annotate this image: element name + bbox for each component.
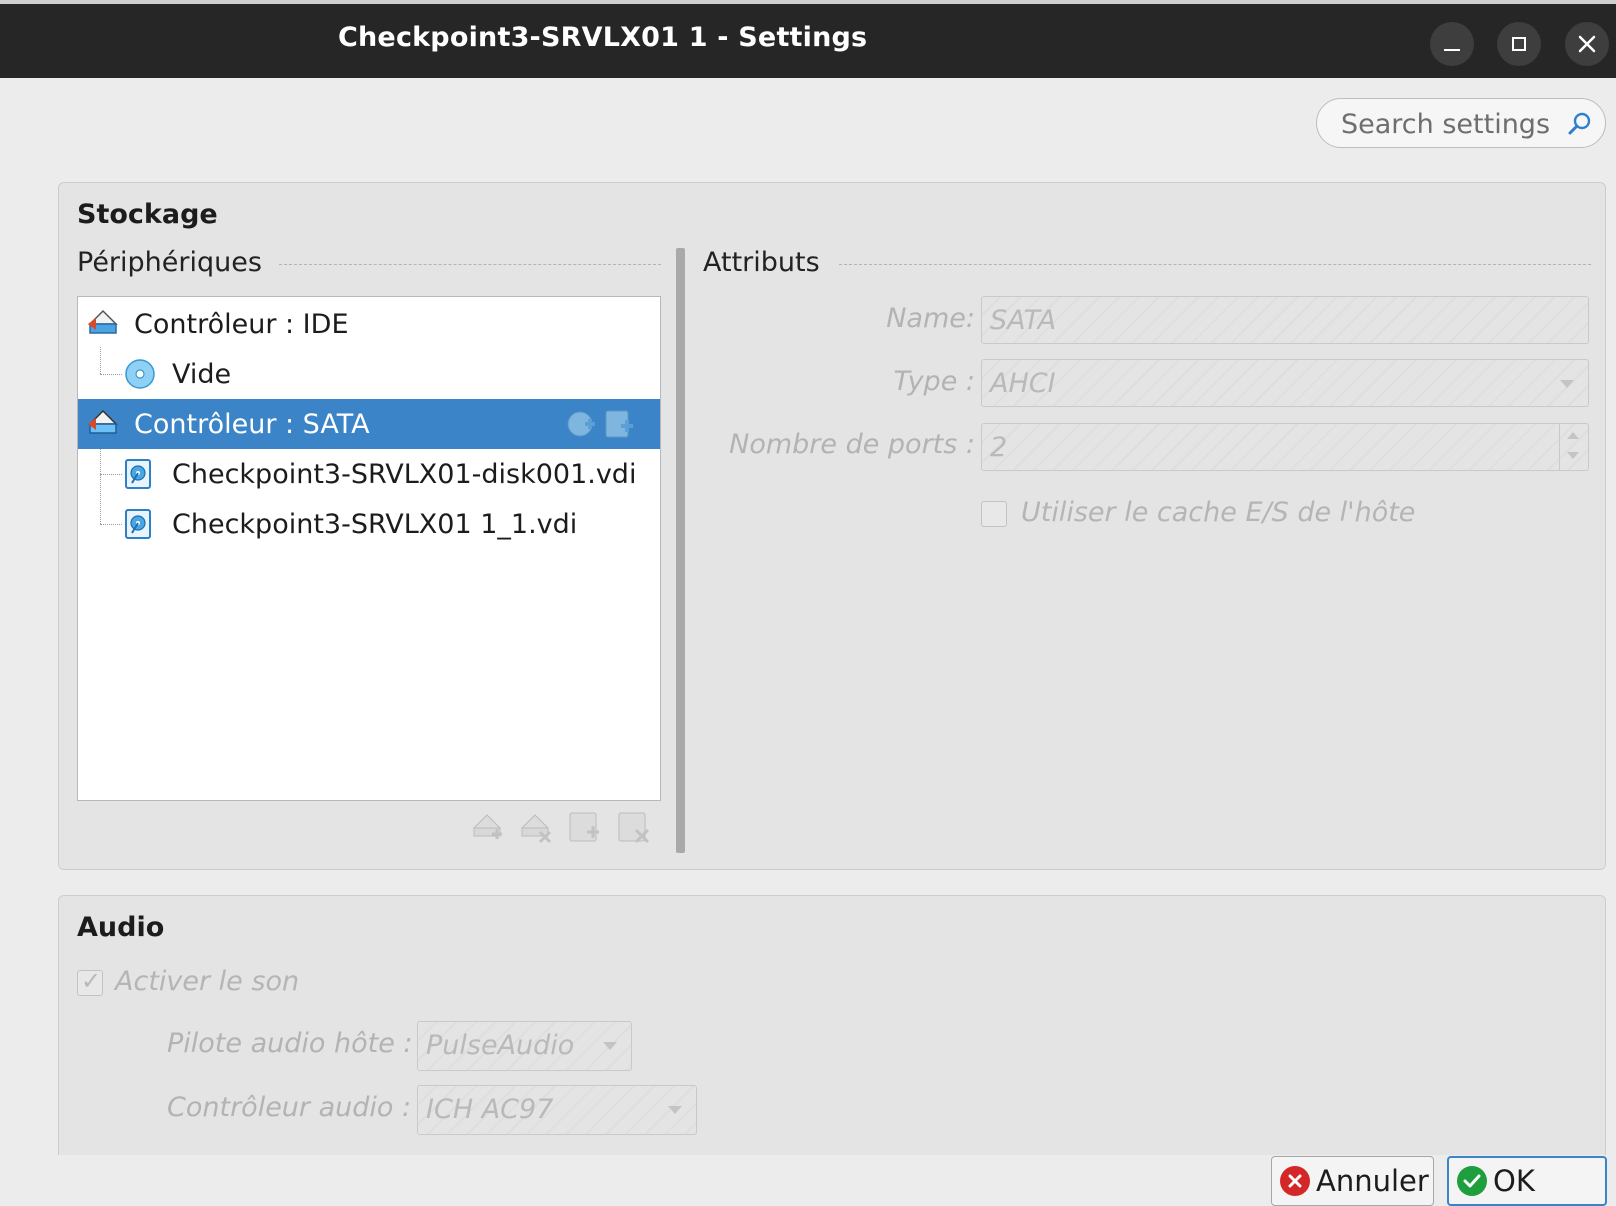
cancel-label: Annuler (1316, 1164, 1429, 1198)
host-audio-driver-select[interactable]: PulseAudio (417, 1021, 632, 1071)
port-count-stepper[interactable] (1559, 424, 1588, 470)
tree-item-sata-controller[interactable]: Contrôleur : SATA (78, 399, 660, 449)
remove-attachment-icon[interactable] (616, 810, 650, 844)
minimize-button[interactable] (1430, 22, 1474, 66)
storage-panel: Stockage Périphériques Contrôleur : IDE … (58, 182, 1606, 870)
search-field[interactable] (1316, 98, 1606, 148)
tree-item-disk-1-1[interactable]: Checkpoint3-SRVLX01 1_1.vdi (78, 499, 660, 549)
add-attachment-icon[interactable] (567, 810, 601, 844)
add-hard-disk-icon[interactable] (603, 408, 635, 440)
controller-icon (88, 409, 118, 434)
audio-section-title: Audio (77, 912, 165, 943)
search-icon[interactable] (1567, 111, 1593, 137)
add-optical-drive-icon[interactable] (565, 408, 597, 440)
tree-item-label: Checkpoint3-SRVLX01 1_1.vdi (172, 509, 578, 540)
maximize-button[interactable] (1497, 22, 1541, 66)
controller-icon (88, 309, 118, 334)
ok-label: OK (1493, 1164, 1535, 1198)
host-audio-driver-value: PulseAudio (426, 1030, 575, 1061)
name-field[interactable]: SATA (981, 296, 1589, 344)
attributes-separator (839, 264, 1591, 265)
tree-item-empty-drive[interactable]: Vide (78, 349, 660, 399)
maximize-icon (1512, 37, 1526, 51)
audio-controller-select[interactable]: ICH AC97 (417, 1085, 697, 1135)
chevron-down-icon (668, 1106, 682, 1114)
name-label: Name: (886, 303, 975, 334)
host-audio-driver-label: Pilote audio hôte : (167, 1028, 413, 1059)
search-input[interactable] (1339, 107, 1563, 141)
tree-item-label: Checkpoint3-SRVLX01-disk001.vdi (172, 459, 637, 490)
name-value: SATA (990, 305, 1057, 336)
close-icon (1578, 35, 1596, 53)
audio-panel: Audio ✓ Activer le son Pilote audio hôte… (58, 895, 1606, 1155)
port-count-label: Nombre de ports : (729, 429, 975, 460)
close-button[interactable] (1565, 22, 1609, 66)
chevron-down-icon (603, 1042, 617, 1050)
enable-audio-checkbox[interactable]: ✓ (77, 967, 103, 996)
window-title: Checkpoint3-SRVLX01 1 - Settings (338, 22, 868, 53)
audio-controller-label: Contrôleur audio : (167, 1092, 412, 1123)
storage-device-tree[interactable]: Contrôleur : IDE Vide Contrôleur : SATA (77, 296, 661, 801)
hard-disk-icon (125, 509, 151, 539)
add-controller-icon[interactable] (470, 810, 504, 844)
host-io-cache-label: Utiliser le cache E/S de l'hôte (1021, 497, 1416, 528)
checkmark-icon (1457, 1166, 1487, 1196)
tree-item-disk001[interactable]: Checkpoint3-SRVLX01-disk001.vdi (78, 449, 660, 499)
tree-item-label: Contrôleur : SATA (134, 409, 370, 440)
stepper-down-icon[interactable] (1567, 452, 1579, 459)
tree-item-label: Vide (172, 359, 232, 390)
pane-splitter[interactable] (676, 248, 685, 853)
enable-audio-label: Activer le son (115, 966, 300, 997)
title-bar: Checkpoint3-SRVLX01 1 - Settings (0, 4, 1616, 78)
storage-section-title: Stockage (77, 199, 218, 230)
devices-separator (279, 264, 661, 265)
type-value: AHCI (990, 368, 1056, 399)
host-io-cache-checkbox[interactable] (981, 501, 1007, 527)
cancel-icon (1280, 1166, 1310, 1196)
devices-group-label: Périphériques (77, 247, 262, 278)
type-label: Type : (893, 366, 975, 397)
tree-item-ide-controller[interactable]: Contrôleur : IDE (78, 299, 660, 349)
port-count-spinbox[interactable]: 2 (981, 423, 1589, 471)
minimize-icon (1444, 49, 1460, 51)
optical-disc-icon (125, 359, 155, 389)
checkmark-icon: ✓ (81, 967, 102, 995)
audio-controller-value: ICH AC97 (426, 1094, 554, 1125)
hard-disk-icon (125, 459, 151, 489)
type-select[interactable]: AHCI (981, 359, 1589, 407)
tree-item-label: Contrôleur : IDE (134, 309, 349, 340)
chevron-down-icon (1560, 380, 1574, 388)
stepper-up-icon[interactable] (1567, 432, 1579, 439)
remove-controller-icon[interactable] (518, 810, 552, 844)
port-count-value: 2 (990, 432, 1008, 463)
attributes-group-label: Attributs (703, 247, 820, 278)
